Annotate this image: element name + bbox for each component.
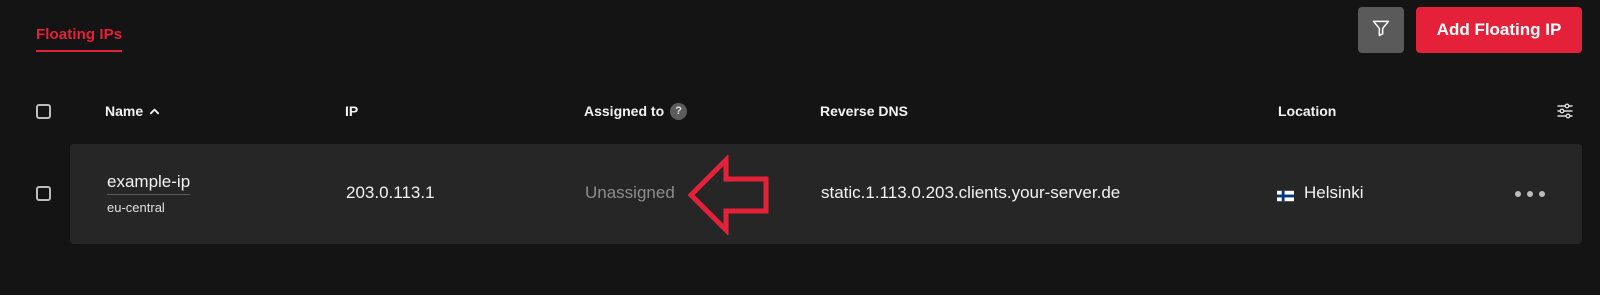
column-header-assigned: Assigned to ?	[584, 95, 688, 127]
column-header-rdns-label: Reverse DNS	[820, 103, 908, 119]
column-header-location-label: Location	[1278, 103, 1337, 119]
add-floating-ip-button[interactable]: Add Floating IP	[1416, 7, 1582, 53]
reverse-dns-value: static.1.113.0.203.clients.your-server.d…	[821, 183, 1121, 202]
column-header-assigned-label: Assigned to	[584, 103, 665, 119]
floating-ips-page: Floating IPs Add Floating IP Name IP Ass…	[0, 0, 1600, 295]
more-dots-icon	[1514, 185, 1546, 203]
add-floating-ip-label: Add Floating IP	[1436, 20, 1562, 39]
floating-ip-address: 203.0.113.1	[346, 183, 435, 202]
tab-floating-ips[interactable]: Floating IPs	[36, 18, 123, 52]
tab-active-underline	[36, 50, 123, 52]
more-actions-button[interactable]	[1512, 182, 1548, 206]
column-header-name-label: Name	[105, 103, 144, 119]
column-header-rdns: Reverse DNS	[820, 95, 908, 127]
table-header: Name IP Assigned to ? Reverse DNS Locati…	[0, 95, 1600, 127]
filter-icon	[1371, 18, 1391, 43]
finland-flag-icon	[1277, 187, 1294, 202]
help-icon[interactable]: ?	[670, 102, 688, 120]
select-all-cell	[36, 95, 51, 127]
floating-ip-region: eu-central	[107, 200, 165, 215]
select-all-checkbox[interactable]	[36, 103, 51, 119]
arrow-left-annotation-icon	[687, 153, 770, 240]
assigned-status: Unassigned	[585, 183, 675, 202]
column-header-location: Location	[1278, 95, 1336, 127]
floating-ip-name-link[interactable]: example-ip	[107, 172, 191, 195]
location-cell: Helsinki	[1277, 183, 1364, 203]
column-header-name[interactable]: Name	[105, 95, 160, 127]
row-checkbox[interactable]	[36, 186, 51, 201]
column-header-ip-label: IP	[345, 103, 359, 119]
location-label: Helsinki	[1304, 183, 1364, 202]
tab-label: Floating IPs	[36, 26, 123, 43]
column-settings-icon[interactable]	[1557, 103, 1573, 122]
chevron-up-icon	[149, 107, 160, 115]
filter-button[interactable]	[1358, 7, 1404, 53]
column-header-ip: IP	[345, 95, 358, 127]
